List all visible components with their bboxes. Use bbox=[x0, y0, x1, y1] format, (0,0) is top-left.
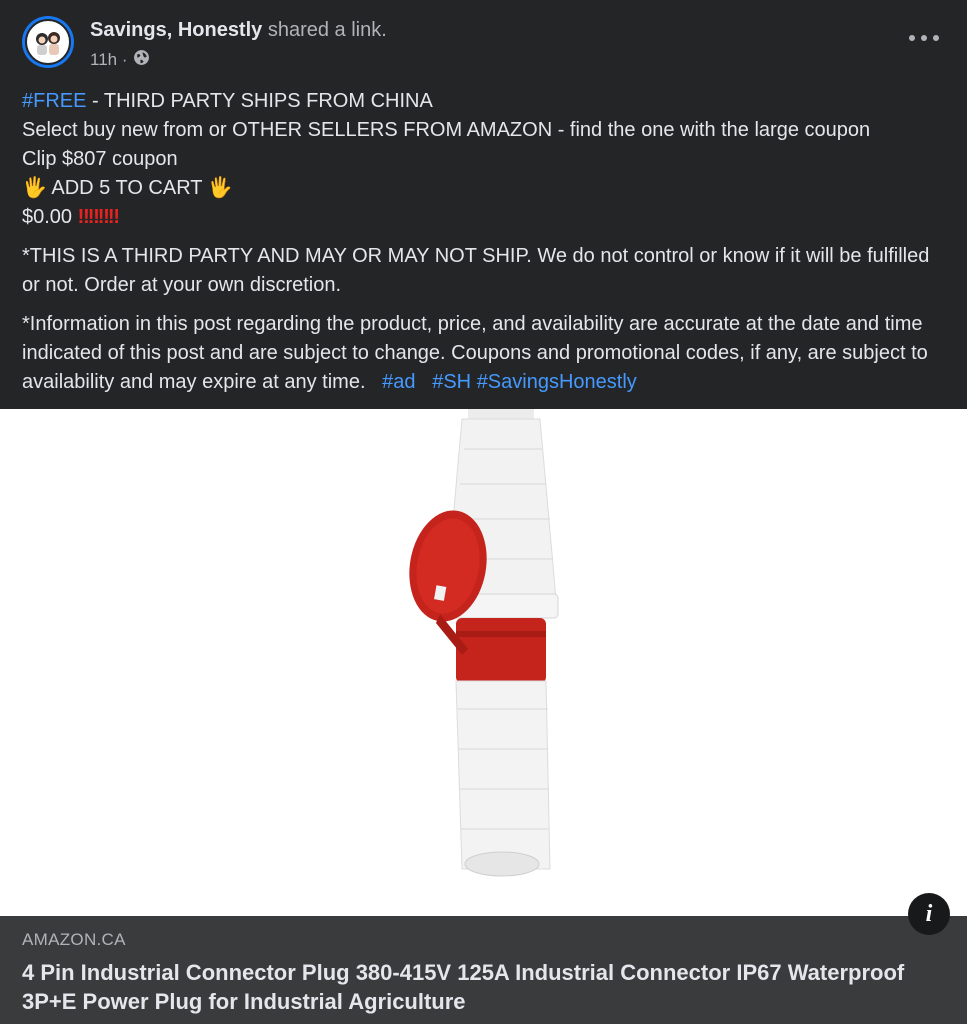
avatar-image bbox=[25, 19, 71, 65]
hashtag-sh[interactable]: #SH bbox=[432, 371, 471, 393]
double-exclamation-icon: ‼‼‼‼ bbox=[77, 206, 120, 228]
link-preview-image[interactable] bbox=[0, 409, 967, 916]
page-avatar[interactable] bbox=[22, 16, 74, 68]
hashtag-free[interactable]: #FREE bbox=[22, 90, 86, 112]
raised-hand-icon: 🖐 bbox=[22, 177, 47, 199]
post-text: #FREE - THIRD PARTY SHIPS FROM CHINA Sel… bbox=[22, 87, 952, 397]
disclaimer-2-text: *Information in this post regarding the … bbox=[22, 313, 928, 393]
post-line-1: #FREE - THIRD PARTY SHIPS FROM CHINA bbox=[22, 87, 952, 116]
post-line-4: 🖐 ADD 5 TO CART 🖐 bbox=[22, 174, 952, 203]
post-line-3: Clip $807 coupon bbox=[22, 148, 178, 170]
info-icon[interactable]: i bbox=[908, 893, 950, 935]
post-line-2: Select buy new from or OTHER SELLERS FRO… bbox=[22, 119, 871, 141]
post-header: Savings, Honestly shared a link. 11h · bbox=[0, 0, 967, 80]
post-meta: 11h · bbox=[90, 49, 150, 71]
more-options-icon[interactable] bbox=[909, 28, 939, 48]
author-name[interactable]: Savings, Honestly bbox=[90, 19, 262, 41]
post-line-5: $0.00 ‼‼‼‼ bbox=[22, 203, 952, 232]
line-1-text: - THIRD PARTY SHIPS FROM CHINA bbox=[86, 90, 433, 112]
price-text: $0.00 bbox=[22, 206, 73, 228]
line-4-text: ADD 5 TO CART bbox=[46, 177, 208, 199]
globe-icon bbox=[133, 49, 150, 71]
author-line: Savings, Honestly shared a link. bbox=[90, 19, 387, 42]
industrial-plug-image bbox=[409, 409, 559, 877]
link-preview-footer[interactable]: AMAZON.CA 4 Pin Industrial Connector Plu… bbox=[0, 916, 967, 1024]
post-action: shared a link. bbox=[267, 19, 387, 41]
post-timestamp[interactable]: 11h · bbox=[90, 50, 128, 70]
raised-hand-icon: 🖐 bbox=[207, 177, 233, 199]
hashtag-ad[interactable]: #ad bbox=[382, 371, 415, 393]
disclaimer-2: *Information in this post regarding the … bbox=[22, 310, 952, 397]
disclaimer-1: *THIS IS A THIRD PARTY AND MAY OR MAY NO… bbox=[22, 245, 930, 296]
link-title[interactable]: 4 Pin Industrial Connector Plug 380-415V… bbox=[22, 958, 922, 1016]
link-domain: AMAZON.CA bbox=[22, 930, 126, 949]
hashtag-savingshonestly[interactable]: #SavingsHonestly bbox=[477, 371, 637, 393]
